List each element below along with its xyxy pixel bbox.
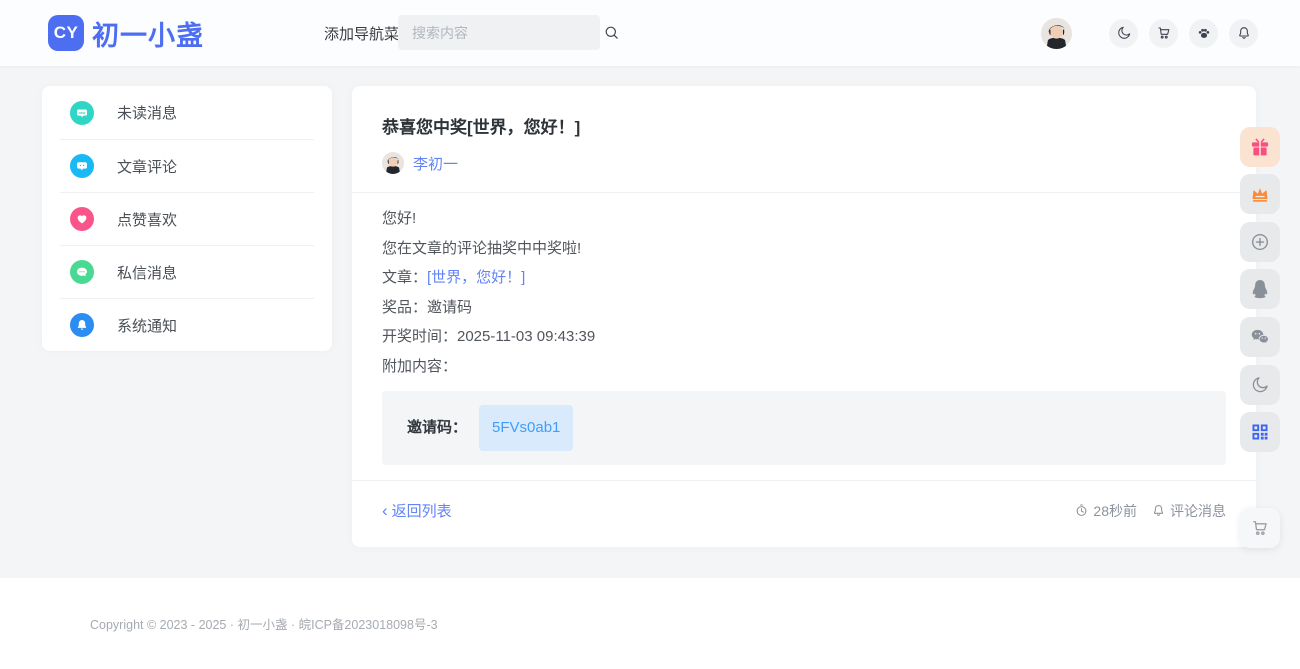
dark-mode-icon[interactable] (1109, 19, 1138, 48)
crown-icon[interactable] (1240, 174, 1280, 214)
wechat-icon[interactable] (1240, 317, 1280, 357)
qq-icon[interactable] (1240, 269, 1280, 309)
brand-name: 初一小盏 (92, 14, 204, 53)
svg-text:NEW: NEW (79, 110, 86, 114)
heart-icon (70, 207, 94, 231)
article-label: 文章： (382, 269, 427, 286)
search-box (398, 15, 600, 50)
sidebar-item-unread[interactable]: NEW 未读消息 (60, 86, 314, 139)
body-line-extra: 附加内容： (382, 352, 1226, 382)
gift-icon[interactable] (1240, 127, 1280, 167)
copyright-text: Copyright © 2023 - 2025 · 初一小盏 · 皖ICP备20… (90, 614, 438, 633)
search-icon[interactable] (603, 24, 620, 41)
chat-icon (70, 260, 94, 284)
invite-code-label: 邀请码： (407, 413, 467, 443)
invite-code-box: 邀请码： 5FVs0ab1 (382, 391, 1226, 465)
message-type-sidebar: NEW 未读消息 文章评论 点赞喜欢 私信消息 系统通知 (42, 86, 332, 351)
body-line: 您好! (382, 204, 1226, 234)
chevron-left-icon: ‹ (382, 502, 388, 519)
message-body: 您好! 您在文章的评论抽奖中中奖啦! 文章：[世界，您好！] 奖品：邀请码 开奖… (352, 193, 1256, 465)
sidebar-item-label: 点赞喜欢 (117, 209, 177, 230)
author-row[interactable]: 李初一 (382, 152, 1226, 174)
body-line-prize: 奖品：邀请码 (382, 293, 1226, 323)
time-ago-group: 28秒前 (1074, 501, 1137, 521)
article-link[interactable]: [世界，您好！] (427, 269, 525, 286)
comment-icon (70, 154, 94, 178)
message-title: 恭喜您中奖[世界，您好！] (382, 113, 1226, 138)
page-footer: Copyright © 2023 - 2025 · 初一小盏 · 皖ICP备20… (0, 578, 1300, 669)
back-to-list-link[interactable]: ‹ 返回列表 (382, 500, 452, 521)
navbar-actions (1041, 0, 1258, 66)
back-link-label: 返回列表 (392, 500, 452, 521)
invite-code-value[interactable]: 5FVs0ab1 (479, 405, 573, 451)
bell-icon[interactable] (1229, 19, 1258, 48)
author-name-link[interactable]: 李初一 (413, 153, 458, 174)
qr-code-icon[interactable] (1240, 412, 1280, 452)
cart-icon[interactable] (1149, 19, 1178, 48)
body-line: 您在文章的评论抽奖中中奖啦! (382, 234, 1226, 264)
category-group: 评论消息 (1151, 501, 1226, 521)
author-avatar (382, 152, 404, 174)
search-input[interactable] (398, 25, 603, 41)
category-label: 评论消息 (1170, 501, 1226, 521)
message-header: 恭喜您中奖[世界，您好！] 李初一 (352, 86, 1256, 174)
time-ago: 28秒前 (1093, 501, 1137, 521)
sidebar-item-label: 私信消息 (117, 262, 177, 283)
sidebar-item-label: 系统通知 (117, 315, 177, 336)
sidebar-item-likes[interactable]: 点赞喜欢 (60, 192, 314, 245)
sidebar-item-system[interactable]: 系统通知 (60, 298, 314, 351)
message-meta: 28秒前 评论消息 (1060, 501, 1226, 521)
body-line-time: 开奖时间：2025-11-03 09:43:39 (382, 322, 1226, 352)
sidebar-item-label: 未读消息 (117, 102, 177, 123)
message-detail-card: 恭喜您中奖[世界，您好！] 李初一 您好! 您在文章的评论抽奖中中奖啦! 文章：… (352, 86, 1256, 547)
body-line-article: 文章：[世界，您好！] (382, 263, 1226, 293)
brand-logo-badge: CY (48, 15, 84, 51)
top-navbar: CY 初一小盏 添加导航菜单 (0, 0, 1300, 66)
clock-icon (1074, 503, 1089, 518)
user-avatar[interactable] (1041, 18, 1072, 49)
message-footer: ‹ 返回列表 28秒前 评论消息 (352, 481, 1256, 521)
paw-icon[interactable] (1189, 19, 1218, 48)
sidebar-item-comments[interactable]: 文章评论 (60, 139, 314, 192)
cart-fab-icon[interactable] (1240, 508, 1280, 548)
sidebar-item-private[interactable]: 私信消息 (60, 245, 314, 298)
new-message-icon: NEW (70, 101, 94, 125)
brand-logo[interactable]: CY 初一小盏 (48, 14, 204, 53)
dark-mode-rail-icon[interactable] (1240, 365, 1280, 405)
bell-small-icon (1151, 503, 1166, 518)
sidebar-item-label: 文章评论 (117, 156, 177, 177)
circle-plus-icon[interactable] (1240, 222, 1280, 262)
notification-bell-icon (70, 313, 94, 337)
